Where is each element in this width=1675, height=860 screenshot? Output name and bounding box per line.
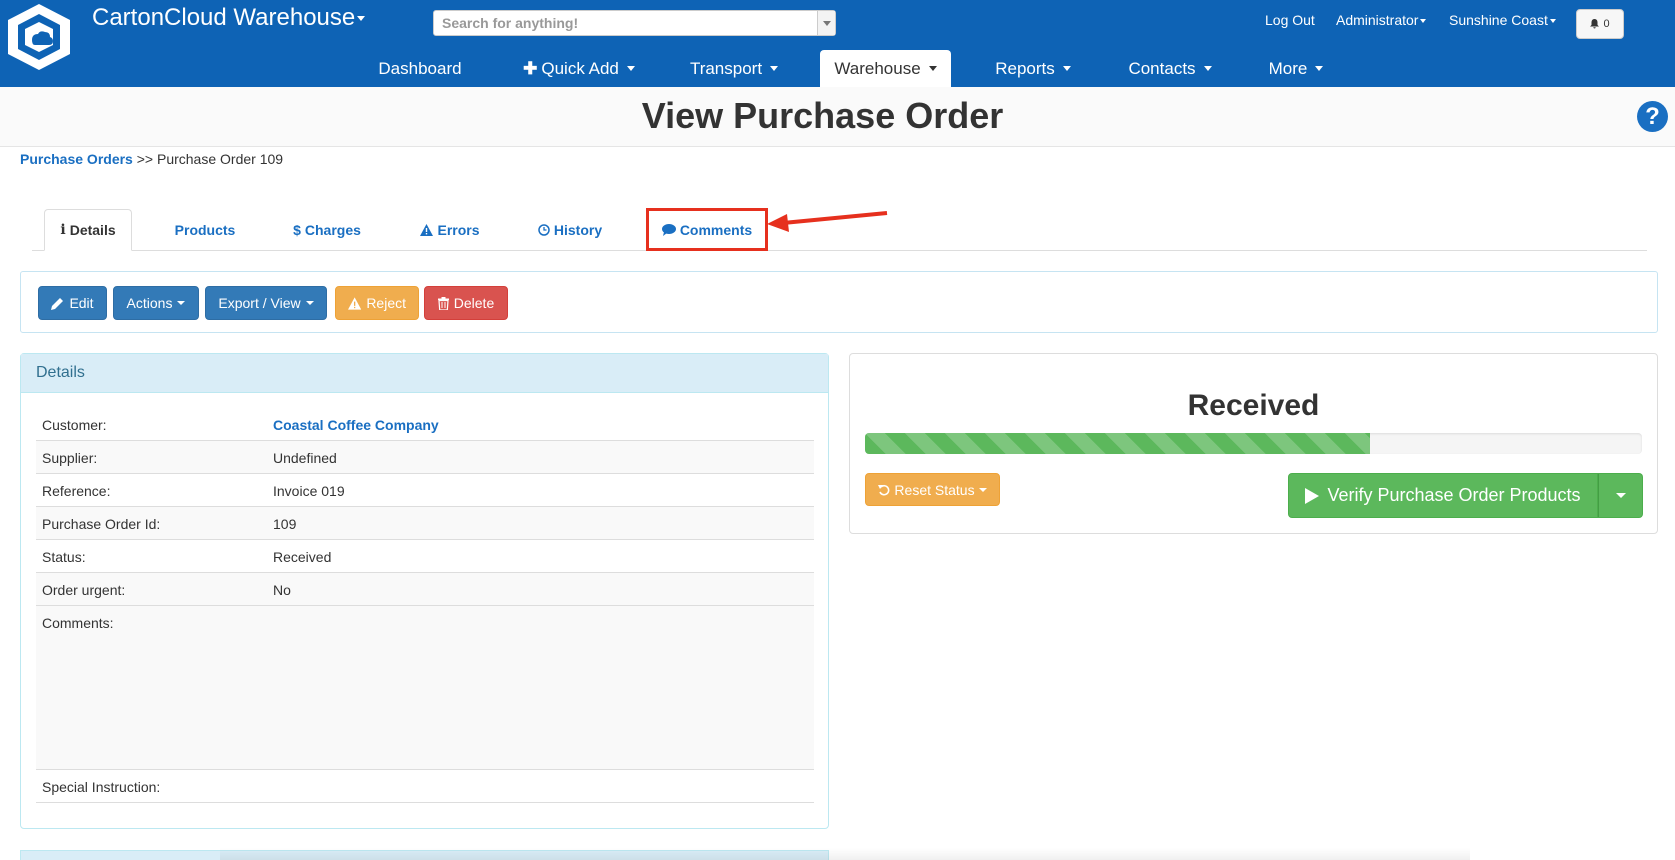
user-menu[interactable]: Administrator <box>1336 12 1427 28</box>
table-row: Comments: <box>36 606 814 770</box>
chevron-down-icon <box>305 301 314 305</box>
pencil-icon <box>51 297 64 310</box>
table-row: Special Instruction: <box>36 770 814 803</box>
play-icon <box>1305 487 1320 504</box>
chevron-down-icon <box>1420 19 1427 24</box>
clock-icon <box>538 224 550 236</box>
app-title[interactable]: CartonCloud Warehouse <box>92 4 366 32</box>
chevron-down-icon <box>626 66 635 71</box>
comments-tab-highlight <box>646 208 768 251</box>
tab-history[interactable]: History <box>530 209 610 251</box>
page-header: View Purchase Order ? <box>0 87 1675 147</box>
chevron-down-icon <box>1315 66 1324 71</box>
nav-warehouse[interactable]: Warehouse <box>820 50 951 87</box>
details-panel-heading: Details <box>21 354 828 393</box>
breadcrumb-purchase-orders-link[interactable]: Purchase Orders <box>20 151 133 167</box>
table-row: Status: Received <box>36 540 814 573</box>
dollar-icon: $ <box>293 222 301 238</box>
chevron-down-icon <box>357 16 366 22</box>
logout-link[interactable]: Log Out <box>1265 12 1315 28</box>
nav-dashboard[interactable]: Dashboard <box>362 50 478 87</box>
table-row: Reference: Invoice 019 <box>36 474 814 507</box>
nav-reports[interactable]: Reports <box>978 50 1088 87</box>
breadcrumb-current: Purchase Order 109 <box>156 151 284 167</box>
warning-icon <box>348 296 362 310</box>
search-input[interactable] <box>434 11 814 35</box>
tab-details[interactable]: i Details <box>44 209 132 251</box>
bottom-shadow <box>220 848 1470 860</box>
chevron-down-icon <box>928 66 937 71</box>
status-progress-bar <box>865 433 1642 454</box>
chevron-down-icon <box>1062 66 1071 71</box>
chevron-down-icon <box>1615 493 1626 498</box>
notifications-button[interactable]: 0 <box>1576 9 1624 39</box>
plus-icon: ✚ <box>523 58 538 78</box>
search-field[interactable] <box>433 10 836 36</box>
verify-dropdown-toggle[interactable] <box>1598 473 1643 518</box>
top-bar: CartonCloud Warehouse Log Out Administra… <box>0 0 1675 87</box>
tab-charges[interactable]: $ Charges <box>282 209 372 251</box>
status-panel: Received Reset Status Verify Purchase Or… <box>849 353 1658 534</box>
reset-status-button[interactable]: Reset Status <box>865 473 1000 506</box>
trash-icon <box>437 296 449 310</box>
table-row: Supplier: Undefined <box>36 441 814 474</box>
verify-products-button[interactable]: Verify Purchase Order Products <box>1288 473 1598 518</box>
table-row: Order urgent: No <box>36 573 814 606</box>
action-toolbar: Edit Actions Export / View Reject Delete <box>20 271 1658 333</box>
export-view-button[interactable]: Export / View <box>205 286 327 320</box>
tabs-divider <box>32 250 1647 251</box>
undo-icon <box>878 484 890 496</box>
cartoncloud-logo[interactable] <box>6 2 72 72</box>
details-panel: Details Customer: Coastal Coffee Company… <box>20 353 829 829</box>
chevron-down-icon <box>770 66 779 71</box>
reject-button[interactable]: Reject <box>335 286 419 320</box>
chevron-down-icon <box>978 487 987 492</box>
chevron-down-icon <box>1549 19 1556 24</box>
delete-button[interactable]: Delete <box>424 286 508 320</box>
nav-quick-add[interactable]: ✚ Quick Add <box>504 50 654 87</box>
location-menu[interactable]: Sunshine Coast <box>1449 12 1556 28</box>
status-title: Received <box>1187 389 1320 422</box>
annotation-arrow-icon <box>767 211 888 232</box>
breadcrumb: Purchase Orders >> Purchase Order 109 <box>20 151 284 167</box>
tab-products[interactable]: Products <box>160 209 250 251</box>
progress-fill <box>865 433 1371 454</box>
nav-transport[interactable]: Transport <box>674 50 794 87</box>
nav-contacts[interactable]: Contacts <box>1111 50 1229 87</box>
page-title: View Purchase Order <box>641 95 1004 136</box>
edit-button[interactable]: Edit <box>38 286 107 320</box>
warning-icon <box>420 224 434 236</box>
help-icon[interactable]: ? <box>1637 101 1668 132</box>
details-table: Customer: Coastal Coffee Company Supplie… <box>36 408 814 803</box>
search-dropdown-toggle[interactable] <box>817 11 835 35</box>
bell-icon <box>1590 19 1600 29</box>
actions-button[interactable]: Actions <box>113 286 199 320</box>
customer-link[interactable]: Coastal Coffee Company <box>273 417 439 433</box>
tab-errors[interactable]: Errors <box>410 209 490 251</box>
nav-more[interactable]: More <box>1253 50 1339 87</box>
notification-count: 0 <box>1603 18 1610 30</box>
chevron-down-icon <box>1203 66 1212 71</box>
chevron-down-icon <box>177 301 186 305</box>
info-icon: i <box>60 222 66 238</box>
table-row: Purchase Order Id: 109 <box>36 507 814 540</box>
table-row: Customer: Coastal Coffee Company <box>36 408 814 441</box>
